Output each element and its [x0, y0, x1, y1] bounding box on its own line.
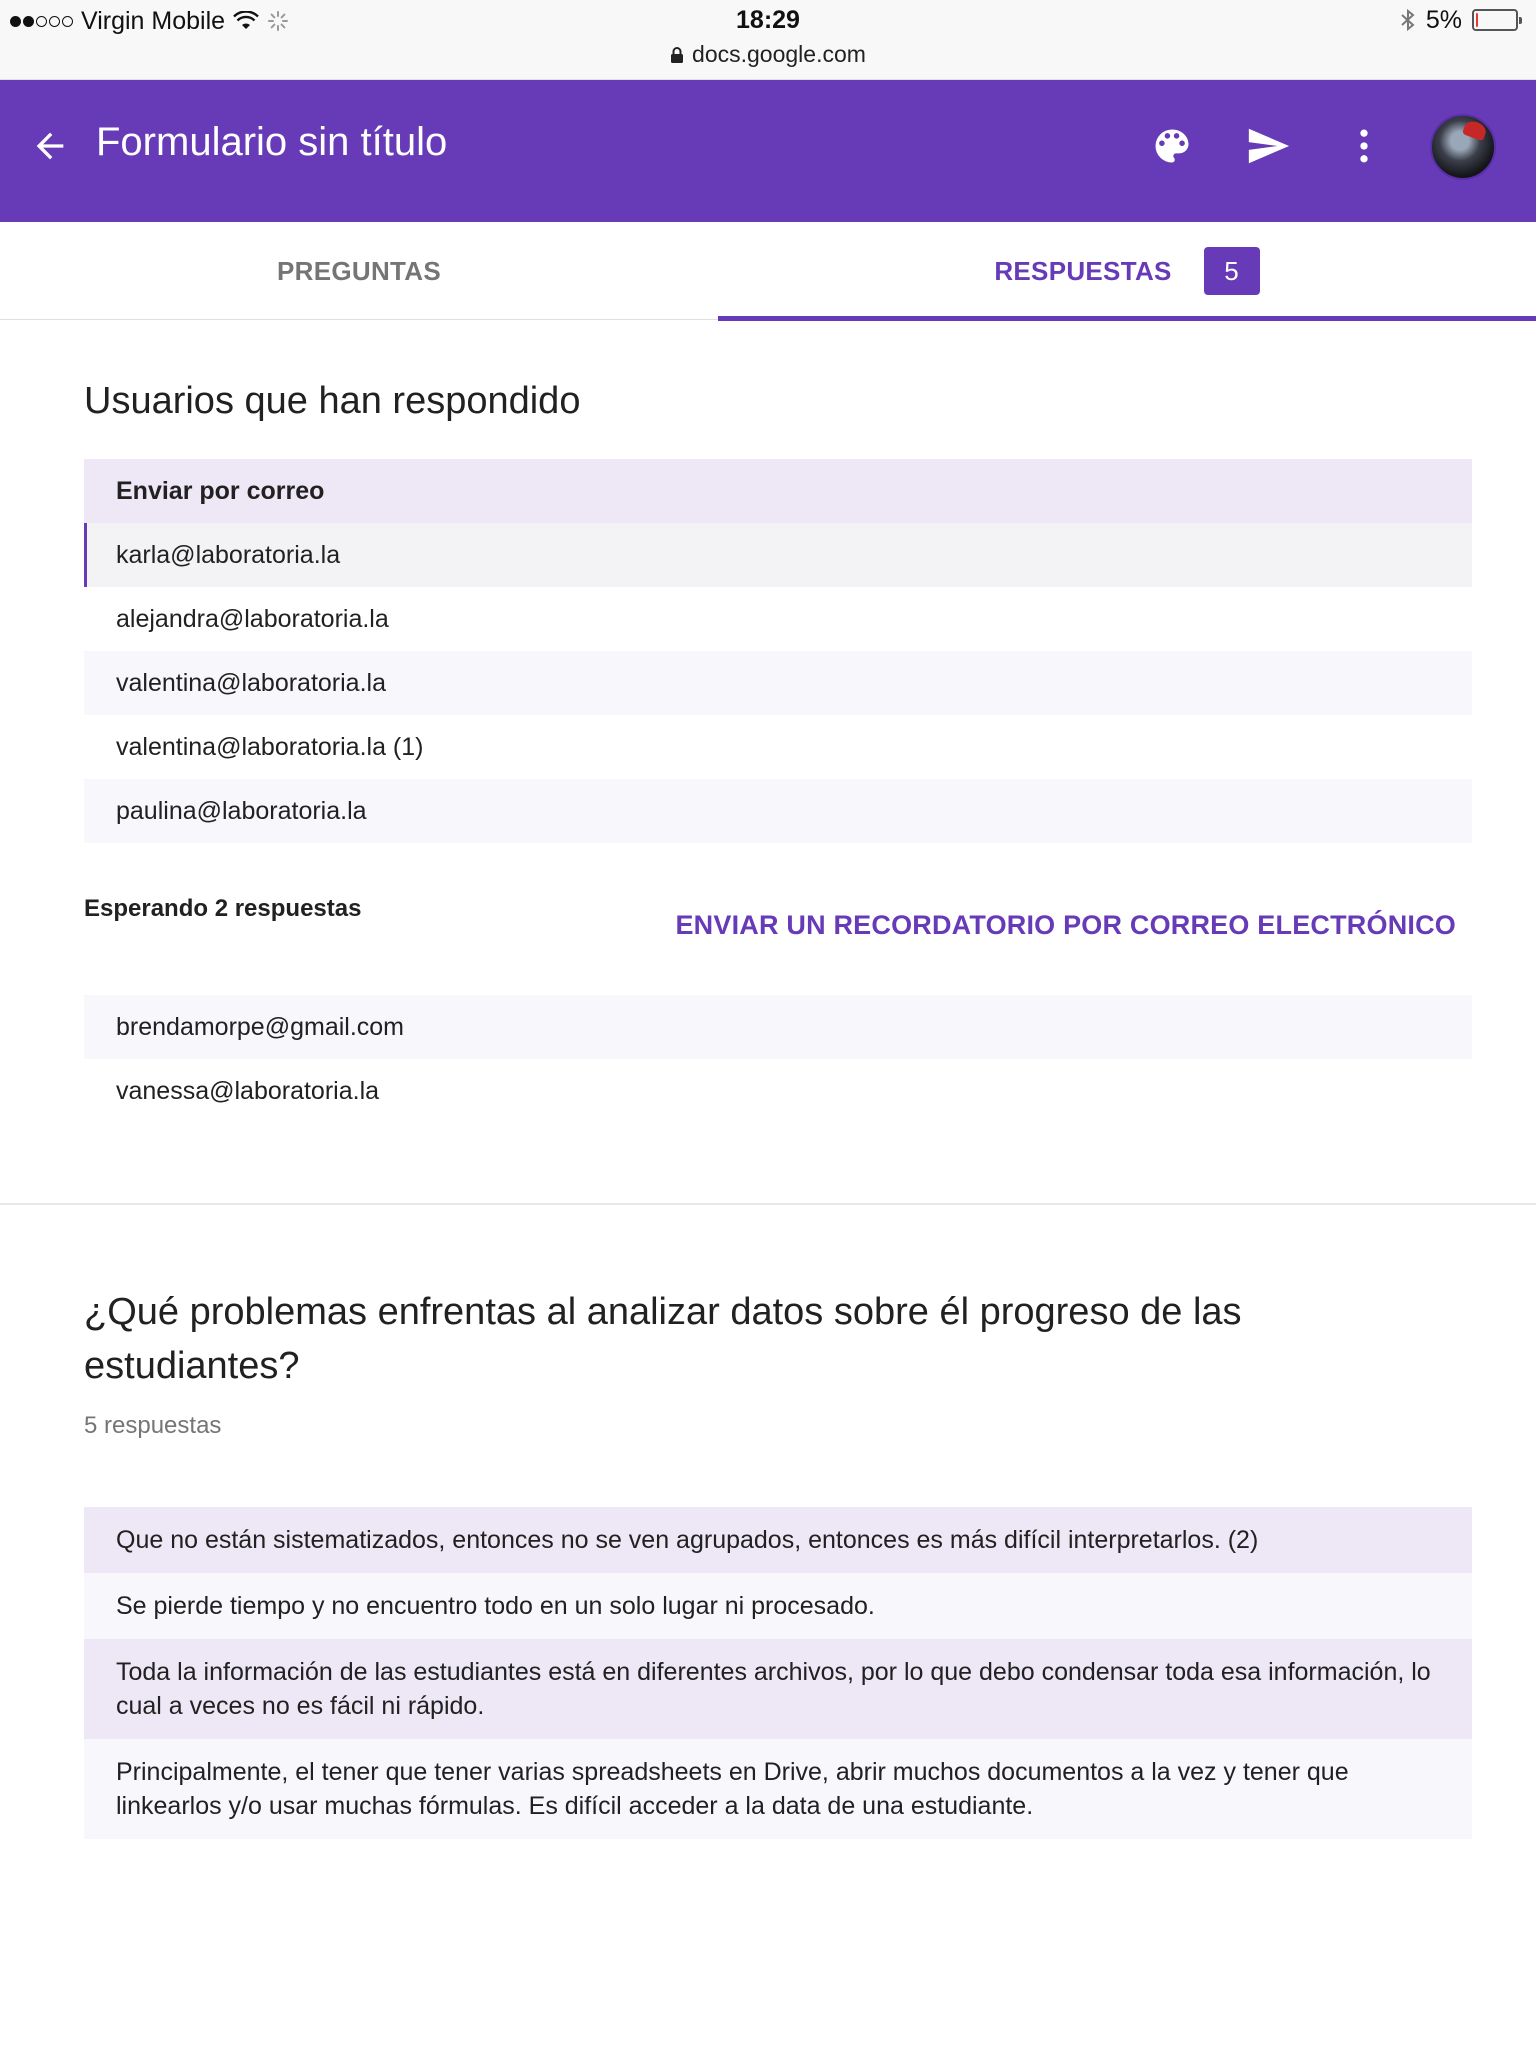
answer-item: Principalmente, el tener que tener varia… [84, 1739, 1472, 1839]
pending-item[interactable]: brendamorpe@gmail.com [84, 995, 1472, 1059]
list-header: Enviar por correo [84, 459, 1472, 523]
app-bar: Formulario sin título [0, 80, 1536, 222]
tab-preguntas[interactable]: PREGUNTAS [0, 222, 718, 320]
respondent-item[interactable]: valentina@laboratoria.la (1) [84, 715, 1472, 779]
respondent-item[interactable]: karla@laboratoria.la [84, 523, 1472, 587]
more-vert-icon [1360, 129, 1368, 163]
form-title: Formulario sin título [96, 120, 448, 164]
tab-preguntas-label: PREGUNTAS [276, 255, 441, 286]
responses-count-badge: 5 [1203, 247, 1260, 295]
answer-item: Que no están sistematizados, entonces no… [84, 1507, 1472, 1573]
answers-list: Que no están sistematizados, entonces no… [84, 1507, 1472, 1839]
respondent-item[interactable]: paulina@laboratoria.la [84, 779, 1472, 843]
waiting-label: Esperando 2 respuestas [84, 895, 362, 922]
more-options-button[interactable] [1338, 120, 1390, 172]
bluetooth-icon [1401, 8, 1415, 32]
back-arrow-icon[interactable] [30, 126, 70, 166]
palette-button[interactable] [1146, 120, 1198, 172]
send-icon [1248, 128, 1290, 164]
tab-respuestas[interactable]: RESPUESTAS 5 [718, 222, 1536, 321]
responses-count: 5 respuestas [84, 1412, 222, 1439]
answer-item: Toda la información de las estudiantes e… [84, 1639, 1472, 1739]
send-button[interactable] [1242, 120, 1294, 172]
lock-icon [671, 46, 684, 63]
url-bar[interactable]: docs.google.com [0, 41, 1536, 68]
respondents-list: Enviar por correo karla@laboratoria.la a… [84, 459, 1472, 843]
answer-item: Se pierde tiempo y no encuentro todo en … [84, 1573, 1472, 1639]
avatar[interactable] [1430, 114, 1496, 180]
question-title: ¿Qué problemas enfrentas al analizar dat… [84, 1291, 1242, 1387]
respondent-item[interactable]: alejandra@laboratoria.la [84, 587, 1472, 651]
status-right: 5% [1400, 5, 1522, 34]
battery-icon [1472, 9, 1522, 31]
battery-percent: 5% [1425, 5, 1462, 34]
section-divider [0, 1203, 1536, 1205]
clock: 18:29 [736, 6, 800, 34]
tab-bar: PREGUNTAS RESPUESTAS 5 [0, 222, 1536, 321]
tab-respuestas-label: RESPUESTAS [994, 255, 1172, 286]
respondents-heading: Usuarios que han respondido [84, 380, 581, 422]
status-bar: Virgin Mobile 18:29 docs.google.com 5% [0, 0, 1536, 80]
respondent-item[interactable]: valentina@laboratoria.la [84, 651, 1472, 715]
palette-icon [1155, 129, 1189, 163]
send-reminder-button[interactable]: ENVIAR UN RECORDATORIO POR CORREO ELECTR… [675, 910, 1456, 941]
pending-list: brendamorpe@gmail.com vanessa@laboratori… [84, 995, 1472, 1123]
pending-item[interactable]: vanessa@laboratoria.la [84, 1059, 1472, 1123]
url-text: docs.google.com [692, 41, 866, 67]
battery-level-fill [1476, 13, 1478, 27]
